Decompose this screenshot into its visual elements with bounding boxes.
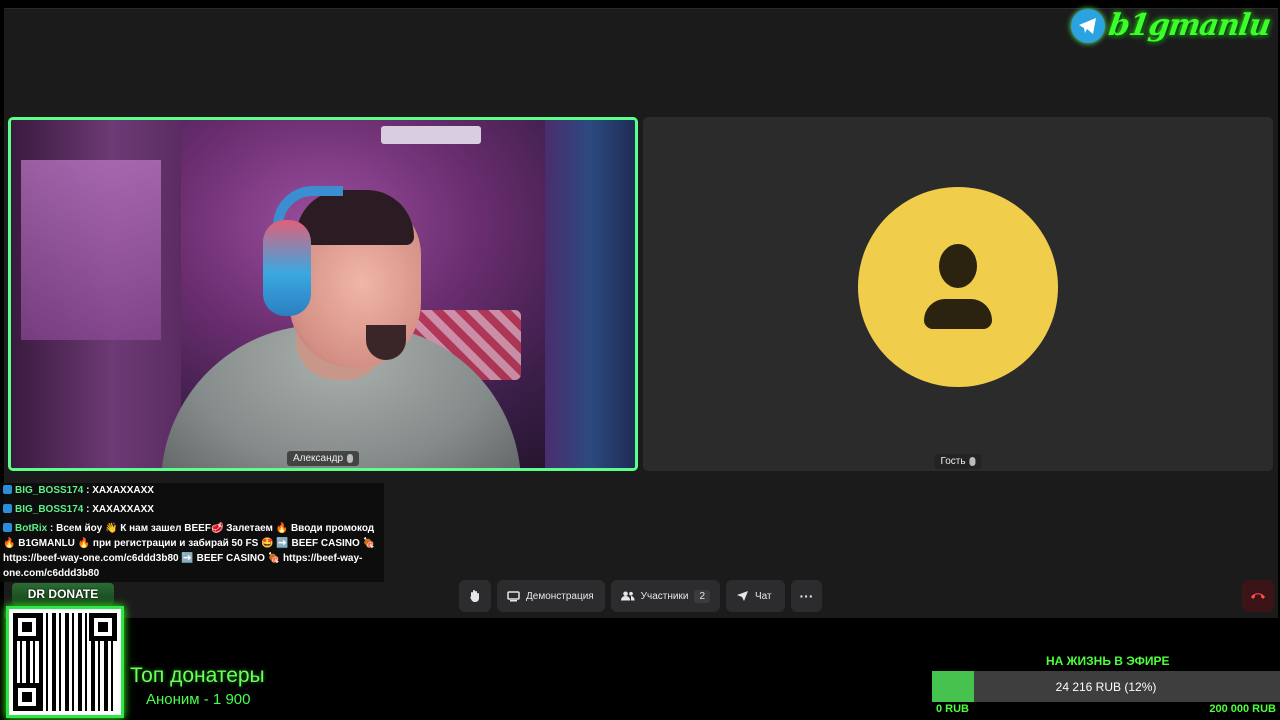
chat-separator: : <box>83 485 93 496</box>
chat-username: BotRix <box>15 523 48 534</box>
chat-text: Всем йоу 👋 К нам зашел BEEF🥩 Залетаем 🔥 … <box>3 523 376 579</box>
hand-icon <box>470 590 479 602</box>
chat-separator: : <box>83 504 93 515</box>
user-icon <box>924 299 992 329</box>
mic-icon <box>969 457 976 466</box>
participant-name: Александр <box>292 453 344 464</box>
badge-icon <box>3 523 12 532</box>
phone-hangup-icon <box>1251 593 1265 599</box>
chat-text: ХАХАХХАХХ <box>92 504 154 515</box>
hangup-button[interactable] <box>1242 580 1274 612</box>
chat-username: BIG_BOSS174 <box>15 504 84 515</box>
donate-qr-code <box>6 606 124 718</box>
stream-chat: BIG_BOSS174 : ХАХАХХАХХ BIG_BOSS174 : ХА… <box>0 483 384 582</box>
telegram-icon <box>1070 8 1105 43</box>
dr-donate-button[interactable]: DR DONATE <box>12 583 114 605</box>
top-donator-entry: Аноним - 1 900 <box>146 691 251 708</box>
more-button[interactable]: ··· <box>791 580 822 612</box>
chat-button[interactable]: Чат <box>726 580 785 612</box>
chat-text: ХАХАХХАХХ <box>92 485 154 496</box>
channel-logo: b1gmanlu <box>1070 8 1273 43</box>
headphones <box>263 220 311 316</box>
qr-finder <box>89 613 117 641</box>
participants-count-badge: 2 <box>694 589 710 603</box>
raise-hand-button[interactable] <box>459 580 491 612</box>
donation-goal-progress: 24 216 RUB (12%) <box>1055 679 1157 694</box>
chat-separator: : <box>47 523 57 534</box>
donation-goal-max: 200 000 RUB <box>1209 703 1276 715</box>
chat-message: BotRix : Всем йоу 👋 К нам зашел BEEF🥩 За… <box>3 521 383 581</box>
badge-icon <box>3 504 12 513</box>
camera-background <box>21 160 161 340</box>
participant-name-tag: Александр <box>286 451 360 466</box>
participants-label: Участники <box>640 590 689 602</box>
camera-background <box>381 126 481 144</box>
user-avatar <box>858 187 1058 387</box>
screen-share-button[interactable]: Демонстрация <box>497 580 605 612</box>
chat-message: BIG_BOSS174 : ХАХАХХАХХ <box>3 502 384 517</box>
send-icon <box>737 591 748 601</box>
chat-label: Чат <box>755 590 772 602</box>
donation-goal-title: НА ЖИЗНЬ В ЭФИРЕ <box>1046 654 1170 668</box>
participant-tile-guest[interactable]: Гость <box>643 117 1273 471</box>
user-icon <box>939 244 977 288</box>
chat-username: BIG_BOSS174 <box>15 485 84 496</box>
chat-message: BIG_BOSS174 : ХАХАХХАХХ <box>3 483 384 498</box>
top-donators-title: Топ донатеры <box>130 664 265 687</box>
donation-goal-bar: 24 216 RUB (12%) <box>932 671 1280 702</box>
participant-name: Гость <box>940 456 966 467</box>
qr-finder <box>13 613 41 641</box>
dr-donate-label: DR DONATE <box>27 587 99 601</box>
logo-text: b1gmanlu <box>1106 8 1273 43</box>
more-icon: ··· <box>799 588 814 604</box>
screen-icon <box>507 590 520 601</box>
participant-name-tag: Гость <box>934 454 982 469</box>
mic-icon <box>347 454 354 463</box>
participant-tile-active[interactable]: Александр <box>8 117 638 471</box>
donation-goal-min: 0 RUB <box>936 703 970 715</box>
participants-button[interactable]: Участники 2 <box>611 580 720 612</box>
badge-icon <box>3 485 12 494</box>
screen-share-label: Демонстрация <box>526 590 594 602</box>
camera-background <box>545 120 635 468</box>
people-icon <box>621 591 635 601</box>
qr-finder <box>13 683 41 711</box>
